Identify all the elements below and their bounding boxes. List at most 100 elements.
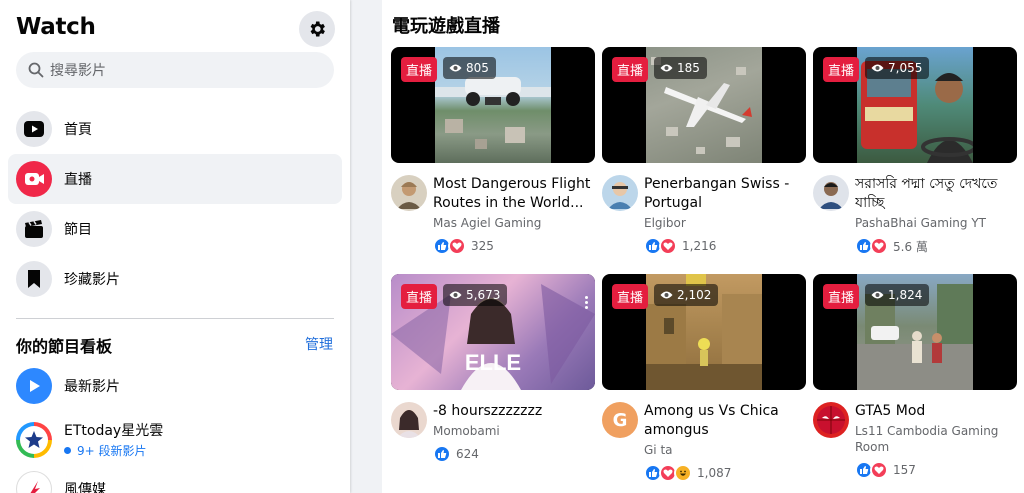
video-thumbnail[interactable]: 直播 7,055 [813,47,1017,163]
eye-icon [449,64,462,72]
eye-icon [871,291,884,299]
search-input[interactable]: 搜尋影片 [16,52,334,88]
reaction-count: 325 [471,239,494,253]
section-title: 電玩遊戲直播 [392,16,500,37]
video-title[interactable]: Most Dangerous Flight Routes in the Worl… [433,175,595,213]
channel-avatar[interactable] [813,175,849,211]
love-icon [448,237,466,255]
like-icon [433,445,451,463]
viewer-count: 805 [443,57,496,79]
live-icon [25,173,44,185]
love-icon [870,237,888,255]
more-options-icon[interactable] [585,296,589,311]
manage-link[interactable]: 管理 [305,334,333,354]
show-item-ettoday[interactable]: ETtoday星光雲 9+ 段新影片 [16,420,336,459]
show-item-latest[interactable]: 最新影片 [16,368,336,404]
page-title: Watch [16,14,96,40]
eye-icon [660,64,673,72]
nav-item-live[interactable]: 直播 [8,154,342,204]
nav-item-home[interactable]: 首頁 [8,104,342,154]
channel-name[interactable]: Ls11 Cambodia Gaming Room [855,423,1017,455]
video-card[interactable]: 直播 2,102 G Among us Vs Chica amongus Gi … [602,274,806,482]
search-icon [28,62,44,78]
viewer-count: 5,673 [443,284,508,306]
eye-icon [449,291,462,299]
live-badge: 直播 [823,284,860,309]
person-avatar-icon [819,182,843,209]
spiderman-avatar-icon [817,406,845,434]
ettoday-avatar [16,421,52,458]
nav-item-saved[interactable]: 珍藏影片 [8,254,342,304]
bookmark-icon [28,270,40,288]
nav-icon-wrap [16,161,52,197]
storm-logo-icon [30,481,40,493]
channel-avatar[interactable] [602,175,638,211]
reactions[interactable]: 1,087 [644,464,806,482]
video-card[interactable]: 直播 805 Most Dangerous Flight Routes in t… [391,47,595,255]
video-thumbnail[interactable]: ELLE 直播 5,673 [391,274,595,390]
person-avatar-icon [608,182,632,209]
video-title[interactable]: সরাসরি পদ্মা সেতু দেখতে যাচ্ছি [855,175,1017,213]
reaction-count: 5.6 萬 [893,239,928,254]
channel-name[interactable]: PashaBhai Gaming YT [855,215,1017,231]
nav-item-shows[interactable]: 節目 [8,204,342,254]
love-icon [870,461,888,479]
reaction-count: 624 [456,447,479,461]
reactions[interactable]: 624 [433,445,595,463]
channel-avatar[interactable]: G [602,402,638,438]
video-title[interactable]: Penerbangan Swiss - Portugal [644,175,806,213]
avatar-letter-icon: G [612,409,628,431]
show-name: 風傳媒 [64,482,106,493]
live-badge: 直播 [612,57,649,82]
reaction-count: 1,216 [682,239,717,253]
nav-label-saved: 珍藏影片 [64,272,120,288]
eye-icon [660,291,673,299]
video-card[interactable]: 直播 7,055 সরাসরি পদ্মা সেতু দেখতে যাচ্ছি … [813,47,1017,255]
viewer-count-value: 2,102 [677,288,712,302]
nav-icon-wrap [16,261,52,297]
show-name: 最新影片 [64,379,120,395]
channel-name[interactable]: Momobami [433,423,595,439]
unread-dot [64,447,71,454]
video-thumbnail[interactable]: 直播 1,824 [813,274,1017,390]
video-title[interactable]: -8 hourszzzzzzz [433,402,595,421]
clapperboard-icon [25,220,43,238]
main-panel: 電玩遊戲直播 直播 805 Most Dangerous Flight Rout… [382,0,1024,493]
eye-icon [871,64,884,72]
viewer-count-value: 185 [677,61,700,75]
show-item-storm[interactable]: 風傳媒 [16,471,336,493]
video-thumbnail[interactable]: 直播 805 [391,47,595,163]
video-card[interactable]: ELLE 直播 5,673 -8 hourszzzzzzz Momobami 6… [391,274,595,463]
viewer-count-value: 805 [466,61,489,75]
video-card[interactable]: 直播 185 Penerbangan Swiss - Portugal Elgi… [602,47,806,255]
video-thumbnail[interactable]: 直播 185 [602,47,806,163]
nav-label-live: 直播 [64,172,92,188]
new-videos-badge: 9+ 段新影片 [64,442,163,459]
channel-avatar[interactable] [391,402,427,438]
reactions[interactable]: 5.6 萬 [855,237,1017,255]
video-title[interactable]: Among us Vs Chica amongus [644,402,806,440]
svg-text:ELLE: ELLE [465,350,521,375]
haha-icon [674,464,692,482]
reaction-count: 1,087 [697,466,732,480]
channel-avatar[interactable] [391,175,427,211]
channel-name[interactable]: Gi ta [644,442,806,458]
shows-section-title: 你的節目看板 [16,337,113,356]
reactions[interactable]: 325 [433,237,595,255]
reactions[interactable]: 157 [855,461,1017,479]
viewer-count-value: 7,055 [888,61,923,75]
channel-avatar[interactable] [813,402,849,438]
viewer-count: 1,824 [865,284,930,306]
live-badge: 直播 [612,284,649,309]
settings-button[interactable] [299,11,335,47]
video-card[interactable]: 直播 1,824 GTA5 Mod Ls11 Cambodia Gaming R… [813,274,1017,479]
video-title[interactable]: GTA5 Mod [855,402,1017,421]
nav-icon-wrap [16,111,52,147]
viewer-count: 2,102 [654,284,719,306]
video-thumbnail[interactable]: 直播 2,102 [602,274,806,390]
viewer-count-value: 5,673 [466,288,501,302]
channel-name[interactable]: Mas Agiel Gaming [433,215,595,231]
channel-name[interactable]: Elgibor [644,215,806,231]
live-badge: 直播 [823,57,860,82]
reactions[interactable]: 1,216 [644,237,806,255]
